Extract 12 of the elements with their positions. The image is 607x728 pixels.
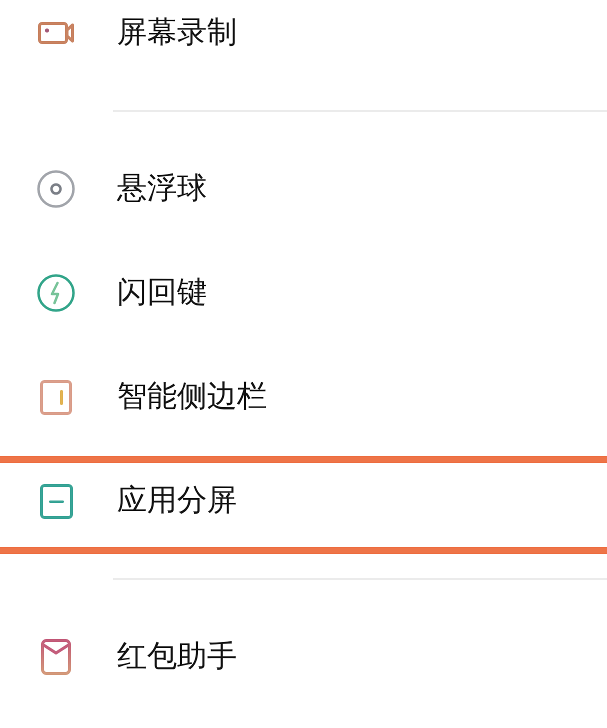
sidebar-icon (40, 380, 72, 414)
video-camera-icon (38, 22, 74, 44)
lightning-icon (37, 274, 75, 312)
settings-item[interactable]: 智能侧边栏 (0, 345, 607, 449)
settings-item[interactable]: 悬浮球 (0, 137, 607, 241)
settings-item[interactable]: 闪回键 (0, 241, 607, 345)
envelope-icon (41, 639, 71, 675)
minus-square-icon (40, 484, 72, 518)
ring-icon (37, 170, 75, 208)
settings-item[interactable]: 应用分屏 (0, 449, 607, 553)
settings-item[interactable]: 屏幕录制 (0, 0, 607, 66)
settings-item[interactable]: 红包助手 (0, 605, 607, 709)
